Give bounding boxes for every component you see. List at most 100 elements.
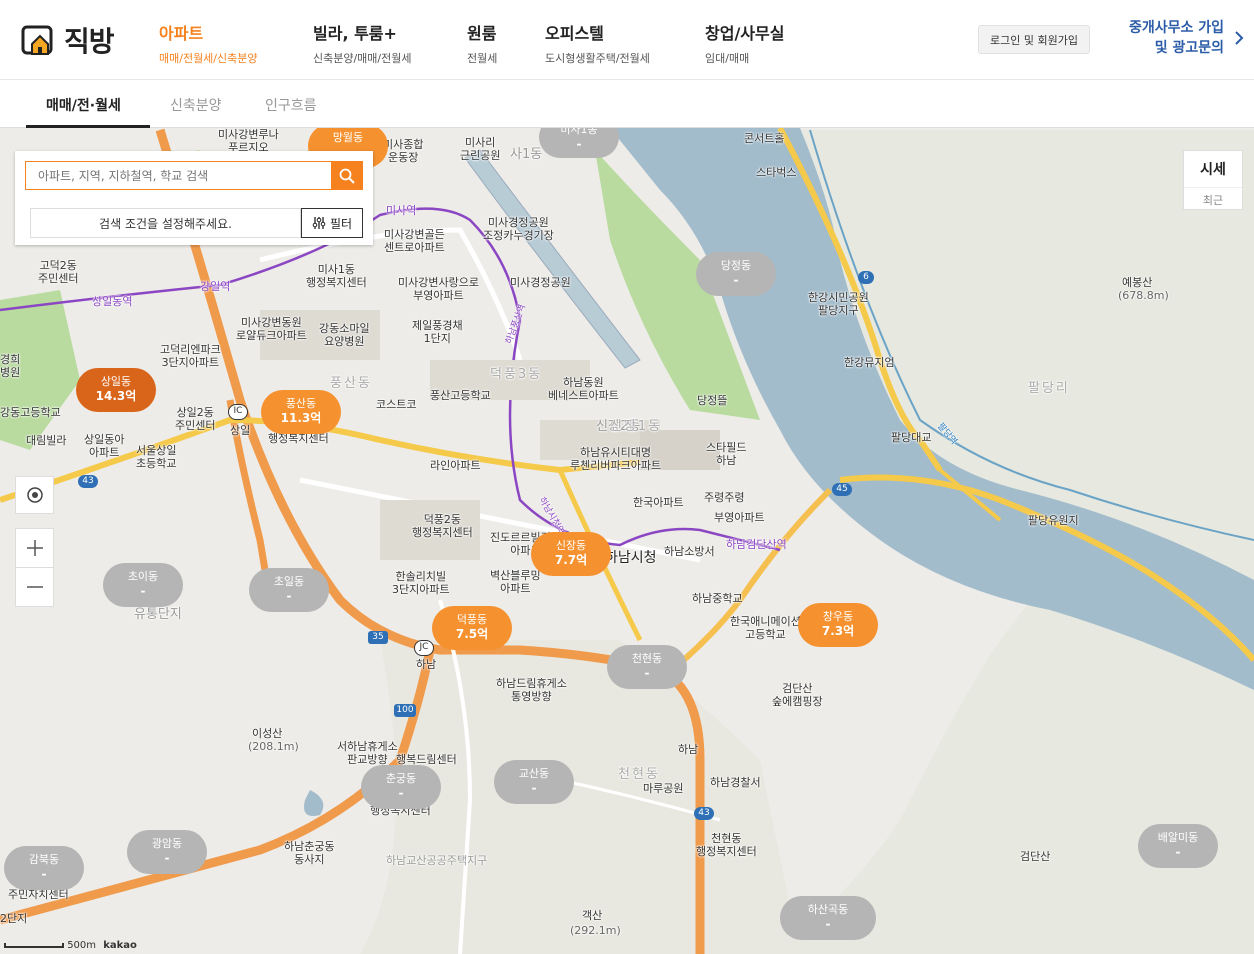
map-label: 하남동원 베네스트아파트 (548, 376, 619, 402)
nav-oneroom-sub: 전월세 (467, 52, 498, 65)
login-signup-button[interactable]: 로그인 및 회원가입 (978, 25, 1090, 54)
bubble-region-name: 신장동 (555, 539, 587, 552)
map-label: 사1동 (510, 147, 543, 162)
bubble-price: - (286, 589, 292, 603)
map-label: 마루공원 (643, 782, 684, 795)
crosshair-icon (26, 487, 43, 503)
road-number-badge: 45 (832, 483, 852, 496)
region-price-bubble[interactable]: 초이동 - (103, 563, 183, 607)
map-label: 객산 (582, 909, 603, 922)
bubble-region-name: 초이동 (127, 570, 159, 583)
price-layer-toggle[interactable]: 시세 최근 (1183, 150, 1243, 210)
nav-apartment-title: 아파트 (159, 24, 204, 43)
agent-signup-link[interactable]: 중개사무소 가입 및 광고문의 (1110, 18, 1250, 58)
area-label: 유통단지 (134, 607, 182, 622)
nav-apartment[interactable]: 아파트 매매/전월세/신축분양 (159, 20, 258, 66)
bubble-region-name: 하산곡동 (807, 903, 849, 916)
price-toggle-sub: 최근 (1184, 187, 1242, 208)
search-input[interactable] (26, 162, 332, 189)
map-label: (292.1m) (570, 924, 621, 937)
map-label: 당정뜰 (697, 394, 728, 407)
subway-station-label[interactable]: 강일역 (200, 280, 230, 293)
map-label: 2단지 (0, 912, 28, 925)
nav-oneroom[interactable]: 원룸 전월세 (467, 20, 497, 66)
region-price-bubble[interactable]: 풍산동 11.3억 (261, 390, 341, 434)
map-label-cityhall: 하남시청 (605, 550, 657, 566)
bubble-region-name: 감북동 (28, 853, 60, 866)
map-label: 상일 (230, 424, 251, 437)
area-label: 천현동 (618, 767, 660, 782)
map-label: 스타필드 하남 (706, 441, 747, 467)
zigbang-logo[interactable]: 직방 (20, 20, 115, 60)
region-price-bubble[interactable]: 창우동 7.3억 (798, 603, 878, 647)
nav-villa[interactable]: 빌라, 투룸+ 신축분양/매매/전월세 (313, 20, 412, 66)
bubble-region-name: 배알미동 (1157, 831, 1199, 844)
search-panel: 검색 조건을 설정해주세요. 필터 (15, 151, 373, 245)
bubble-region-name: 덕풍동 (456, 613, 488, 626)
map-label: 하남 (416, 658, 437, 671)
region-price-bubble[interactable]: 미사1동 - (539, 128, 619, 158)
filter-button[interactable]: 필터 (301, 208, 363, 238)
map-canvas[interactable]: 미사강변루나 푸르지오 미사종합 운동장 미사리 근린공원 사1동 콘서트홀 스타벅스… (0, 128, 1254, 954)
bubble-price: - (1175, 845, 1181, 859)
map-label: 콘서트홀 (744, 132, 785, 145)
region-price-bubble[interactable]: 광암동 - (127, 830, 207, 874)
region-price-bubble[interactable]: 교산동 - (494, 760, 574, 804)
filter-label: 필터 (329, 216, 353, 231)
bubble-region-name: 천현동 (631, 652, 663, 665)
area-label: 풍산동 (330, 376, 372, 391)
nav-officetel[interactable]: 오피스텔 도시형생활주택/전월세 (545, 20, 650, 66)
nav-officetel-title: 오피스텔 (545, 24, 604, 43)
bubble-region-name: 망월동 (332, 131, 364, 144)
zoom-out-button[interactable] (15, 567, 54, 607)
tab-population-flow[interactable]: 인구흐름 (265, 95, 317, 115)
map-label: 강동소마일 요양병원 (319, 322, 370, 348)
subway-station-label[interactable]: 하남검단산역 (726, 538, 787, 551)
house-logo-icon (21, 25, 53, 55)
subway-station-label[interactable]: 상일동역 (92, 295, 132, 308)
nav-business[interactable]: 창업/사무실 임대/매매 (705, 20, 784, 66)
tab-new-sale[interactable]: 신축분양 (170, 95, 222, 115)
map-label: 강동고등학교 (0, 406, 61, 419)
bubble-price: - (644, 666, 650, 680)
bubble-price: 7.5억 (455, 627, 489, 641)
bubble-price: 14.3억 (95, 389, 137, 403)
area-label: 덕풍3동 (490, 367, 543, 382)
area-label: 팔당리 (1028, 381, 1070, 396)
agent-signup-line1: 중개사무소 가입 (1128, 20, 1224, 36)
bubble-region-name: 교산동 (518, 767, 550, 780)
scale-bar-icon (4, 942, 64, 948)
map-label: 하남드림휴게소 통영방향 (496, 677, 567, 703)
road-number-badge: 6 (858, 271, 874, 284)
search-button[interactable] (331, 162, 362, 189)
region-price-bubble[interactable]: 덕풍동 7.5억 (432, 606, 512, 650)
map-label: 미사경정공원 조정카누경기장 (483, 216, 554, 242)
chevron-right-icon (1235, 31, 1244, 45)
region-price-bubble[interactable]: 배알미동 - (1138, 824, 1218, 868)
map-label: 검단산 (1020, 850, 1051, 863)
bubble-region-name: 창우동 (822, 610, 854, 623)
region-price-bubble[interactable]: 춘궁동 - (361, 765, 441, 809)
area-label: 하남교산공공주택지구 (386, 854, 488, 867)
map-label: 미사종합 운동장 (383, 138, 424, 164)
region-price-bubble[interactable]: 당정동 - (696, 252, 776, 296)
bubble-price: 7.7억 (554, 553, 588, 567)
search-condition-box[interactable]: 검색 조건을 설정해주세요. (30, 208, 301, 238)
zoom-in-button[interactable] (15, 528, 54, 568)
region-price-bubble[interactable]: 신장동 7.7억 (531, 532, 611, 576)
region-price-bubble[interactable]: 상일동 14.3억 (76, 368, 156, 412)
region-price-bubble[interactable]: 감북동 - (4, 846, 84, 890)
my-location-button[interactable] (15, 476, 54, 514)
tab-trade-rent[interactable]: 매매/전·월세 (46, 95, 121, 115)
bubble-region-name: 풍산동 (285, 397, 317, 410)
bubble-price: - (576, 137, 582, 151)
kakao-brand: kakao (103, 940, 137, 951)
junction-badge: JC (414, 640, 434, 656)
region-price-bubble[interactable]: 하산곡동 - (780, 896, 876, 940)
map-label: 부영아파트 (714, 511, 765, 524)
map-label: 하남춘궁동 동사지 (284, 840, 335, 866)
region-price-bubble[interactable]: 초일동 - (249, 568, 329, 612)
bubble-price: - (164, 851, 170, 865)
region-price-bubble[interactable]: 천현동 - (607, 645, 687, 689)
subway-station-label[interactable]: 미사역 (386, 204, 416, 217)
